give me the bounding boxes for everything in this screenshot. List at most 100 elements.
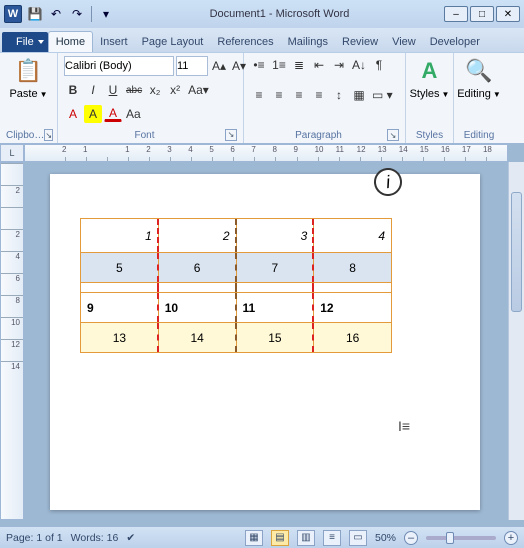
tab-review[interactable]: Review — [335, 32, 385, 52]
styles-button[interactable]: A Styles▼ — [412, 56, 447, 100]
italic-button[interactable]: I — [84, 81, 102, 99]
justify-button[interactable]: ≡ — [310, 86, 328, 104]
tab-page-layout[interactable]: Page Layout — [135, 32, 211, 52]
table-row[interactable]: 13 14 15 16 — [81, 323, 392, 353]
bullets-button[interactable]: •≡ — [250, 56, 268, 74]
table-cell[interactable]: 15 — [236, 323, 314, 353]
table-cell[interactable]: 7 — [236, 253, 314, 283]
view-outline-button[interactable]: ≡ — [323, 530, 341, 546]
tab-view[interactable]: View — [385, 32, 423, 52]
word-table[interactable]: 1 2 3 4 5 6 7 8 9 10 11 12 — [80, 218, 392, 353]
redo-button[interactable]: ↷ — [68, 5, 86, 23]
view-draft-button[interactable]: ▭ — [349, 530, 367, 546]
status-page[interactable]: Page: 1 of 1 — [6, 532, 63, 544]
shading-button[interactable]: ▦ — [350, 86, 368, 104]
case-button[interactable]: Aa▾ — [186, 81, 211, 99]
paste-icon: 📋 — [14, 56, 44, 86]
numbering-button[interactable]: 1≡ — [270, 56, 288, 74]
increase-indent-button[interactable]: ⇥ — [330, 56, 348, 74]
zoom-percent[interactable]: 50% — [375, 532, 396, 544]
font-color-button[interactable]: A — [104, 106, 122, 122]
table-row[interactable]: 9 10 11 12 — [81, 293, 392, 323]
table-row[interactable]: 5 6 7 8 — [81, 253, 392, 283]
proofing-icon[interactable]: ✔ — [126, 532, 135, 544]
highlight-button[interactable]: A — [84, 105, 102, 123]
table-cell[interactable]: 6 — [158, 253, 236, 283]
close-button[interactable]: ✕ — [496, 6, 520, 22]
ruler-corner[interactable]: L — [0, 144, 24, 162]
zoom-slider[interactable] — [426, 536, 496, 540]
table-cell[interactable]: 16 — [314, 323, 392, 353]
table-cell[interactable]: 11 — [236, 293, 314, 323]
view-print-layout-button[interactable]: ▦ — [245, 530, 263, 546]
underline-button[interactable]: U — [104, 81, 122, 99]
table-cell[interactable]: 12 — [314, 293, 392, 323]
tab-mailings[interactable]: Mailings — [281, 32, 335, 52]
table-cell[interactable] — [236, 283, 314, 293]
table-cell[interactable]: 8 — [314, 253, 392, 283]
decrease-indent-button[interactable]: ⇤ — [310, 56, 328, 74]
clipboard-dialog-launcher[interactable]: ↘ — [44, 129, 53, 141]
undo-button[interactable]: ↶ — [47, 5, 65, 23]
table-cell[interactable]: 4 — [314, 219, 392, 253]
table-cell[interactable]: 1 — [81, 219, 159, 253]
font-size-combo[interactable] — [176, 56, 208, 76]
tab-developer[interactable]: Developer — [423, 32, 487, 52]
table-cell[interactable]: 14 — [158, 323, 236, 353]
borders-button[interactable]: ▭ ▾ — [370, 86, 395, 104]
show-marks-button[interactable]: ¶ — [370, 56, 388, 74]
font-face-combo[interactable] — [64, 56, 174, 76]
tab-references[interactable]: References — [210, 32, 280, 52]
table-cell[interactable]: 5 — [81, 253, 159, 283]
group-styles: A Styles▼ Styles — [406, 53, 454, 143]
strike-button[interactable]: abc — [124, 81, 144, 99]
tab-home[interactable]: Home — [48, 31, 93, 52]
table-cell[interactable]: 13 — [81, 323, 159, 353]
grow-font-button[interactable]: A▴ — [210, 57, 228, 75]
align-center-button[interactable]: ≡ — [270, 86, 288, 104]
text-effects-button[interactable]: A — [64, 105, 82, 123]
tab-insert[interactable]: Insert — [93, 32, 135, 52]
status-words[interactable]: Words: 16 — [71, 532, 119, 544]
group-font-label: Font — [64, 128, 225, 141]
sort-button[interactable]: A↓ — [350, 56, 368, 74]
paragraph-dialog-launcher[interactable]: ↘ — [387, 129, 399, 141]
subscript-button[interactable]: x₂ — [146, 81, 164, 99]
minimize-button[interactable]: – — [444, 6, 468, 22]
save-button[interactable]: 💾 — [26, 5, 44, 23]
group-styles-label: Styles — [412, 128, 447, 141]
table-row[interactable]: 1 2 3 4 — [81, 219, 392, 253]
zoom-out-button[interactable]: – — [404, 531, 418, 545]
line-spacing-button[interactable]: ↕ — [330, 86, 348, 104]
maximize-button[interactable]: □ — [470, 6, 494, 22]
table-cell[interactable]: 2 — [158, 219, 236, 253]
bold-button[interactable]: B — [64, 81, 82, 99]
view-full-screen-button[interactable]: ▤ — [271, 530, 289, 546]
superscript-button[interactable]: x² — [166, 81, 184, 99]
font-dialog-launcher[interactable]: ↘ — [225, 129, 237, 141]
vertical-ruler[interactable]: 2 2 46 810 1214 — [0, 162, 24, 520]
zoom-in-button[interactable]: + — [504, 531, 518, 545]
table-cell[interactable] — [81, 283, 159, 293]
file-tab[interactable]: File — [2, 32, 48, 52]
table-cell[interactable]: 10 — [158, 293, 236, 323]
stamp-icon: i — [372, 166, 404, 198]
view-web-button[interactable]: ▥ — [297, 530, 315, 546]
editing-button[interactable]: 🔍 Editing▼ — [460, 56, 498, 100]
clear-formatting-button[interactable]: Aa — [124, 105, 143, 123]
table-cell[interactable] — [314, 283, 392, 293]
table-cell[interactable] — [158, 283, 236, 293]
paste-button[interactable]: 📋 Paste▼ — [6, 56, 51, 100]
zoom-slider-knob[interactable] — [446, 532, 454, 544]
table-cell[interactable]: 9 — [81, 293, 159, 323]
scrollbar-thumb[interactable] — [511, 192, 522, 312]
align-left-button[interactable]: ≡ — [250, 86, 268, 104]
multilevel-button[interactable]: ≣ — [290, 56, 308, 74]
page[interactable]: i 1 2 3 4 5 6 7 8 9 10 — [50, 174, 480, 510]
vertical-scrollbar[interactable] — [508, 162, 524, 520]
align-right-button[interactable]: ≡ — [290, 86, 308, 104]
table-cell[interactable]: 3 — [236, 219, 314, 253]
qat-more-button[interactable]: ▾ — [97, 5, 115, 23]
table-row[interactable] — [81, 283, 392, 293]
horizontal-ruler[interactable]: 21 1 23 45 67 89 1011 1213 1415 1617 18 — [24, 144, 508, 162]
